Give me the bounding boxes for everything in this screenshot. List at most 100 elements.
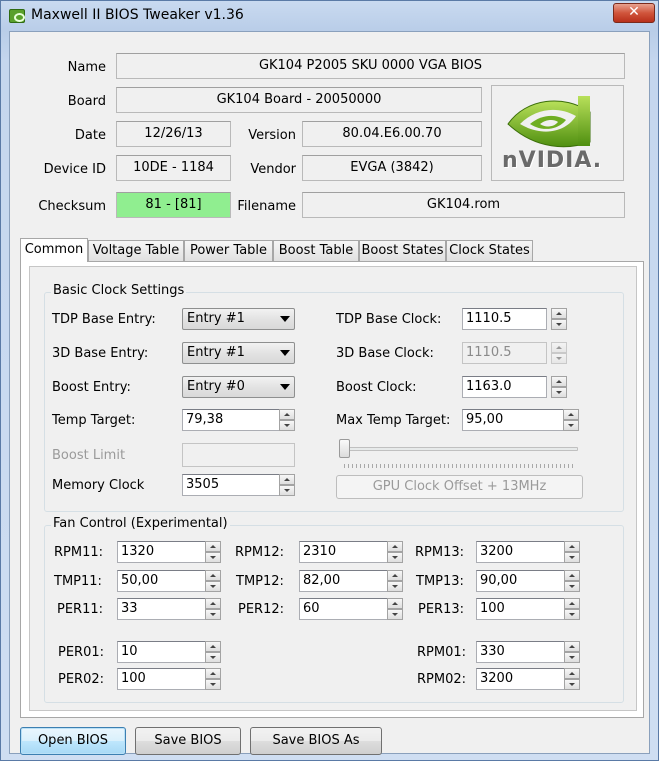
tmp11-value: 50,00 (121, 573, 159, 588)
filename-label: Filename (237, 199, 296, 214)
spin-down-icon[interactable] (564, 609, 580, 620)
spin-down-icon[interactable] (205, 552, 221, 563)
spin-down-icon[interactable] (279, 485, 295, 496)
device-id-field: 10DE - 1184 (116, 155, 231, 181)
save-bios-as-button[interactable]: Save BIOS As (250, 727, 382, 755)
spin-down-icon[interactable] (564, 581, 580, 592)
spin-up-icon (551, 342, 567, 353)
rpm11-label: RPM11: (54, 545, 104, 560)
per11-input[interactable]: 33 (117, 598, 221, 620)
tab-boost-states[interactable]: Boost States (359, 240, 446, 261)
spin-down-icon[interactable] (387, 552, 403, 563)
memory-clock-input[interactable]: 3505 (182, 474, 295, 496)
3d-base-entry-dropdown[interactable]: Entry #1 (182, 342, 295, 364)
spin-down-icon[interactable] (387, 609, 403, 620)
open-bios-button[interactable]: Open BIOS (20, 727, 126, 755)
gpu-clock-offset-button: GPU Clock Offset + 13MHz (336, 475, 583, 499)
device-id-label: Device ID (43, 162, 106, 177)
tmp13-label: TMP13: (416, 574, 464, 589)
spin-down-icon[interactable] (279, 420, 295, 431)
tmp13-value: 90,00 (480, 573, 518, 588)
rpm02-input[interactable]: 3200 (476, 668, 580, 690)
chevron-down-icon (280, 384, 290, 390)
rpm01-input[interactable]: 330 (476, 641, 580, 663)
spin-up-icon[interactable] (205, 641, 221, 652)
spin-down-icon[interactable] (564, 552, 580, 563)
rpm13-input[interactable]: 3200 (476, 541, 580, 563)
tmp12-input[interactable]: 82,00 (299, 570, 403, 592)
per12-input[interactable]: 60 (299, 598, 403, 620)
tab-clock-states[interactable]: Clock States (446, 240, 533, 261)
spin-up-icon[interactable] (205, 598, 221, 609)
tdp-base-entry-dropdown[interactable]: Entry #1 (182, 308, 295, 330)
tab-power-table[interactable]: Power Table (184, 240, 273, 261)
spin-up-icon[interactable] (387, 570, 403, 581)
spin-up-icon[interactable] (563, 409, 579, 420)
name-field: GK104 P2005 SKU 0000 VGA BIOS (116, 53, 625, 79)
rpm11-input[interactable]: 1320 (117, 541, 221, 563)
3d-base-entry-value: Entry #1 (187, 345, 245, 360)
spin-down-icon[interactable] (205, 609, 221, 620)
gpu-offset-slider-track[interactable] (340, 447, 578, 451)
boost-entry-dropdown[interactable]: Entry #0 (182, 376, 295, 398)
save-bios-button[interactable]: Save BIOS (135, 727, 241, 755)
spin-up-icon[interactable] (564, 668, 580, 679)
tab-voltage-table[interactable]: Voltage Table (88, 240, 184, 261)
per02-value: 100 (121, 671, 146, 686)
max-temp-target-label: Max Temp Target: (336, 413, 451, 428)
spin-up-icon[interactable] (387, 598, 403, 609)
tab-boost-table[interactable]: Boost Table (273, 240, 359, 261)
app-icon (9, 9, 25, 23)
gpu-offset-slider-thumb[interactable] (339, 439, 350, 458)
spin-up-icon[interactable] (564, 641, 580, 652)
per02-input[interactable]: 100 (117, 668, 221, 690)
spin-down-icon[interactable] (205, 679, 221, 690)
max-temp-target-input[interactable]: 95,00 (462, 409, 579, 431)
spin-up-icon[interactable] (564, 541, 580, 552)
spin-up-icon[interactable] (564, 598, 580, 609)
rpm12-label: RPM12: (235, 545, 285, 560)
spin-down-icon[interactable] (564, 652, 580, 663)
board-field: GK104 Board - 20050000 (116, 87, 482, 113)
title-bar[interactable]: Maxwell II BIOS Tweaker v1.36 ✕ (1, 1, 658, 31)
per01-input[interactable]: 10 (117, 641, 221, 663)
tdp-base-clock-input[interactable]: 1110.5 (462, 308, 547, 330)
rpm02-value: 3200 (480, 671, 514, 686)
spin-down-icon[interactable] (551, 319, 567, 330)
spin-down-icon[interactable] (551, 387, 567, 398)
temp-target-input[interactable]: 79,38 (182, 409, 295, 431)
spin-down-icon[interactable] (563, 420, 579, 431)
spin-up-icon[interactable] (205, 541, 221, 552)
spin-down-icon[interactable] (205, 652, 221, 663)
per11-label: PER11: (57, 602, 104, 617)
spin-up-icon[interactable] (279, 409, 295, 420)
slider-ticks (344, 464, 574, 468)
boost-clock-input[interactable]: 1163.0 (462, 376, 547, 398)
chevron-down-icon (280, 316, 290, 322)
close-button[interactable]: ✕ (613, 3, 655, 23)
spin-up-icon[interactable] (279, 474, 295, 485)
tmp11-input[interactable]: 50,00 (117, 570, 221, 592)
3d-base-clock-label: 3D Base Clock: (336, 346, 434, 361)
spin-up-icon[interactable] (205, 668, 221, 679)
spin-up-icon[interactable] (387, 541, 403, 552)
boost-limit-field (182, 443, 295, 467)
spin-up-icon[interactable] (205, 570, 221, 581)
boost-limit-label: Boost Limit (52, 448, 126, 463)
max-temp-target-value: 95,00 (466, 412, 504, 427)
spin-down-icon[interactable] (564, 679, 580, 690)
tmp12-value: 82,00 (303, 573, 341, 588)
spin-down-icon[interactable] (205, 581, 221, 592)
tab-common[interactable]: Common (20, 238, 88, 262)
3d-base-clock-value: 1110.5 (466, 345, 512, 360)
rpm12-input[interactable]: 2310 (299, 541, 403, 563)
per13-input[interactable]: 100 (476, 598, 580, 620)
spin-up-icon[interactable] (564, 570, 580, 581)
spin-up-icon[interactable] (551, 376, 567, 387)
per13-label: PER13: (418, 602, 465, 617)
spin-down-icon[interactable] (387, 581, 403, 592)
tmp13-input[interactable]: 90,00 (476, 570, 580, 592)
spin-up-icon[interactable] (551, 308, 567, 319)
per01-label: PER01: (58, 645, 105, 660)
memory-clock-label: Memory Clock (52, 478, 145, 493)
